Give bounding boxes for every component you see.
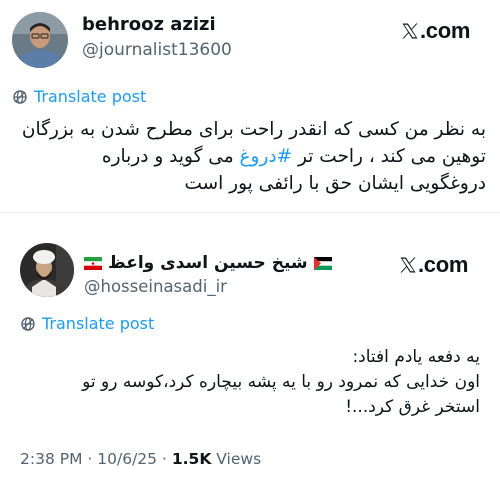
tweet1-line3: دروغگویی ایشان حق با رائفی پور است <box>184 173 486 194</box>
translate-post-link-tweet2[interactable]: Translate post <box>20 314 154 333</box>
globe-icon <box>21 316 35 331</box>
views-count: 1.5K <box>171 450 212 468</box>
iran-flag-icon <box>84 256 102 270</box>
avatar-hosseinasadi[interactable] <box>20 243 74 297</box>
views-label[interactable]: Views <box>216 450 261 468</box>
tweet1-body: به نظر من کسی که انقدر راحت برای مطرح شد… <box>10 116 486 197</box>
handle-tweet2[interactable]: @hosseinasadi_ir <box>84 277 227 296</box>
globe-icon <box>13 89 27 104</box>
tweet1-line2-after: می گوید و درباره <box>101 146 240 167</box>
person-avatar-icon <box>12 12 68 68</box>
x-logo-icon <box>402 23 418 39</box>
translate-post-label[interactable]: Translate post <box>42 314 154 333</box>
meta-separator: · <box>161 450 167 468</box>
display-name-text[interactable]: شیخ حسین اسدی واعظ <box>108 253 308 273</box>
meta-separator: · <box>87 450 93 468</box>
tweet2-line3: استخر غرق کرد...! <box>345 397 480 417</box>
translate-post-label[interactable]: Translate post <box>34 87 146 106</box>
tweet2-line1: یه دفعه یادم افتاد: <box>352 347 480 367</box>
person-avatar-icon <box>20 243 74 297</box>
hashtag-link[interactable]: #دروغ <box>240 146 293 167</box>
tweet1-line2: توهین می کند ، راحت تر #دروغ می گوید و د… <box>10 143 486 170</box>
tweet1-line2-before: توهین می کند ، راحت تر <box>292 146 486 167</box>
brand-com-text: .com <box>420 18 471 43</box>
tweet-date[interactable]: 10/6/25 <box>97 450 157 468</box>
tweet2-line2: اون خدایی که نمرود رو با یه پشه بیچاره ک… <box>82 372 480 392</box>
x-logo-icon <box>400 257 416 273</box>
x-logo-tweet2: .com <box>398 252 468 278</box>
tweet-meta: 2:38 PM · 10/6/25 · 1.5K Views <box>20 450 261 468</box>
brand-com-text: .com <box>418 252 469 277</box>
display-name-tweet1[interactable]: behrooz azizi <box>82 14 216 35</box>
tweet2-body: یه دفعه یادم افتاد: اون خدایی که نمرود ر… <box>20 345 480 420</box>
tweet1-line1: به نظر من کسی که انقدر راحت برای مطرح شد… <box>21 119 486 140</box>
tweet-time[interactable]: 2:38 PM <box>20 450 82 468</box>
tweet-divider <box>0 212 500 213</box>
handle-tweet1[interactable]: @journalist13600 <box>82 40 232 60</box>
avatar-behrooz[interactable] <box>12 12 68 68</box>
display-name-tweet2[interactable]: شیخ حسین اسدی واعظ <box>84 253 332 273</box>
palestine-flag-icon <box>313 256 332 270</box>
translate-post-link-tweet1[interactable]: Translate post <box>12 87 146 106</box>
x-logo-tweet1: .com <box>400 18 470 44</box>
